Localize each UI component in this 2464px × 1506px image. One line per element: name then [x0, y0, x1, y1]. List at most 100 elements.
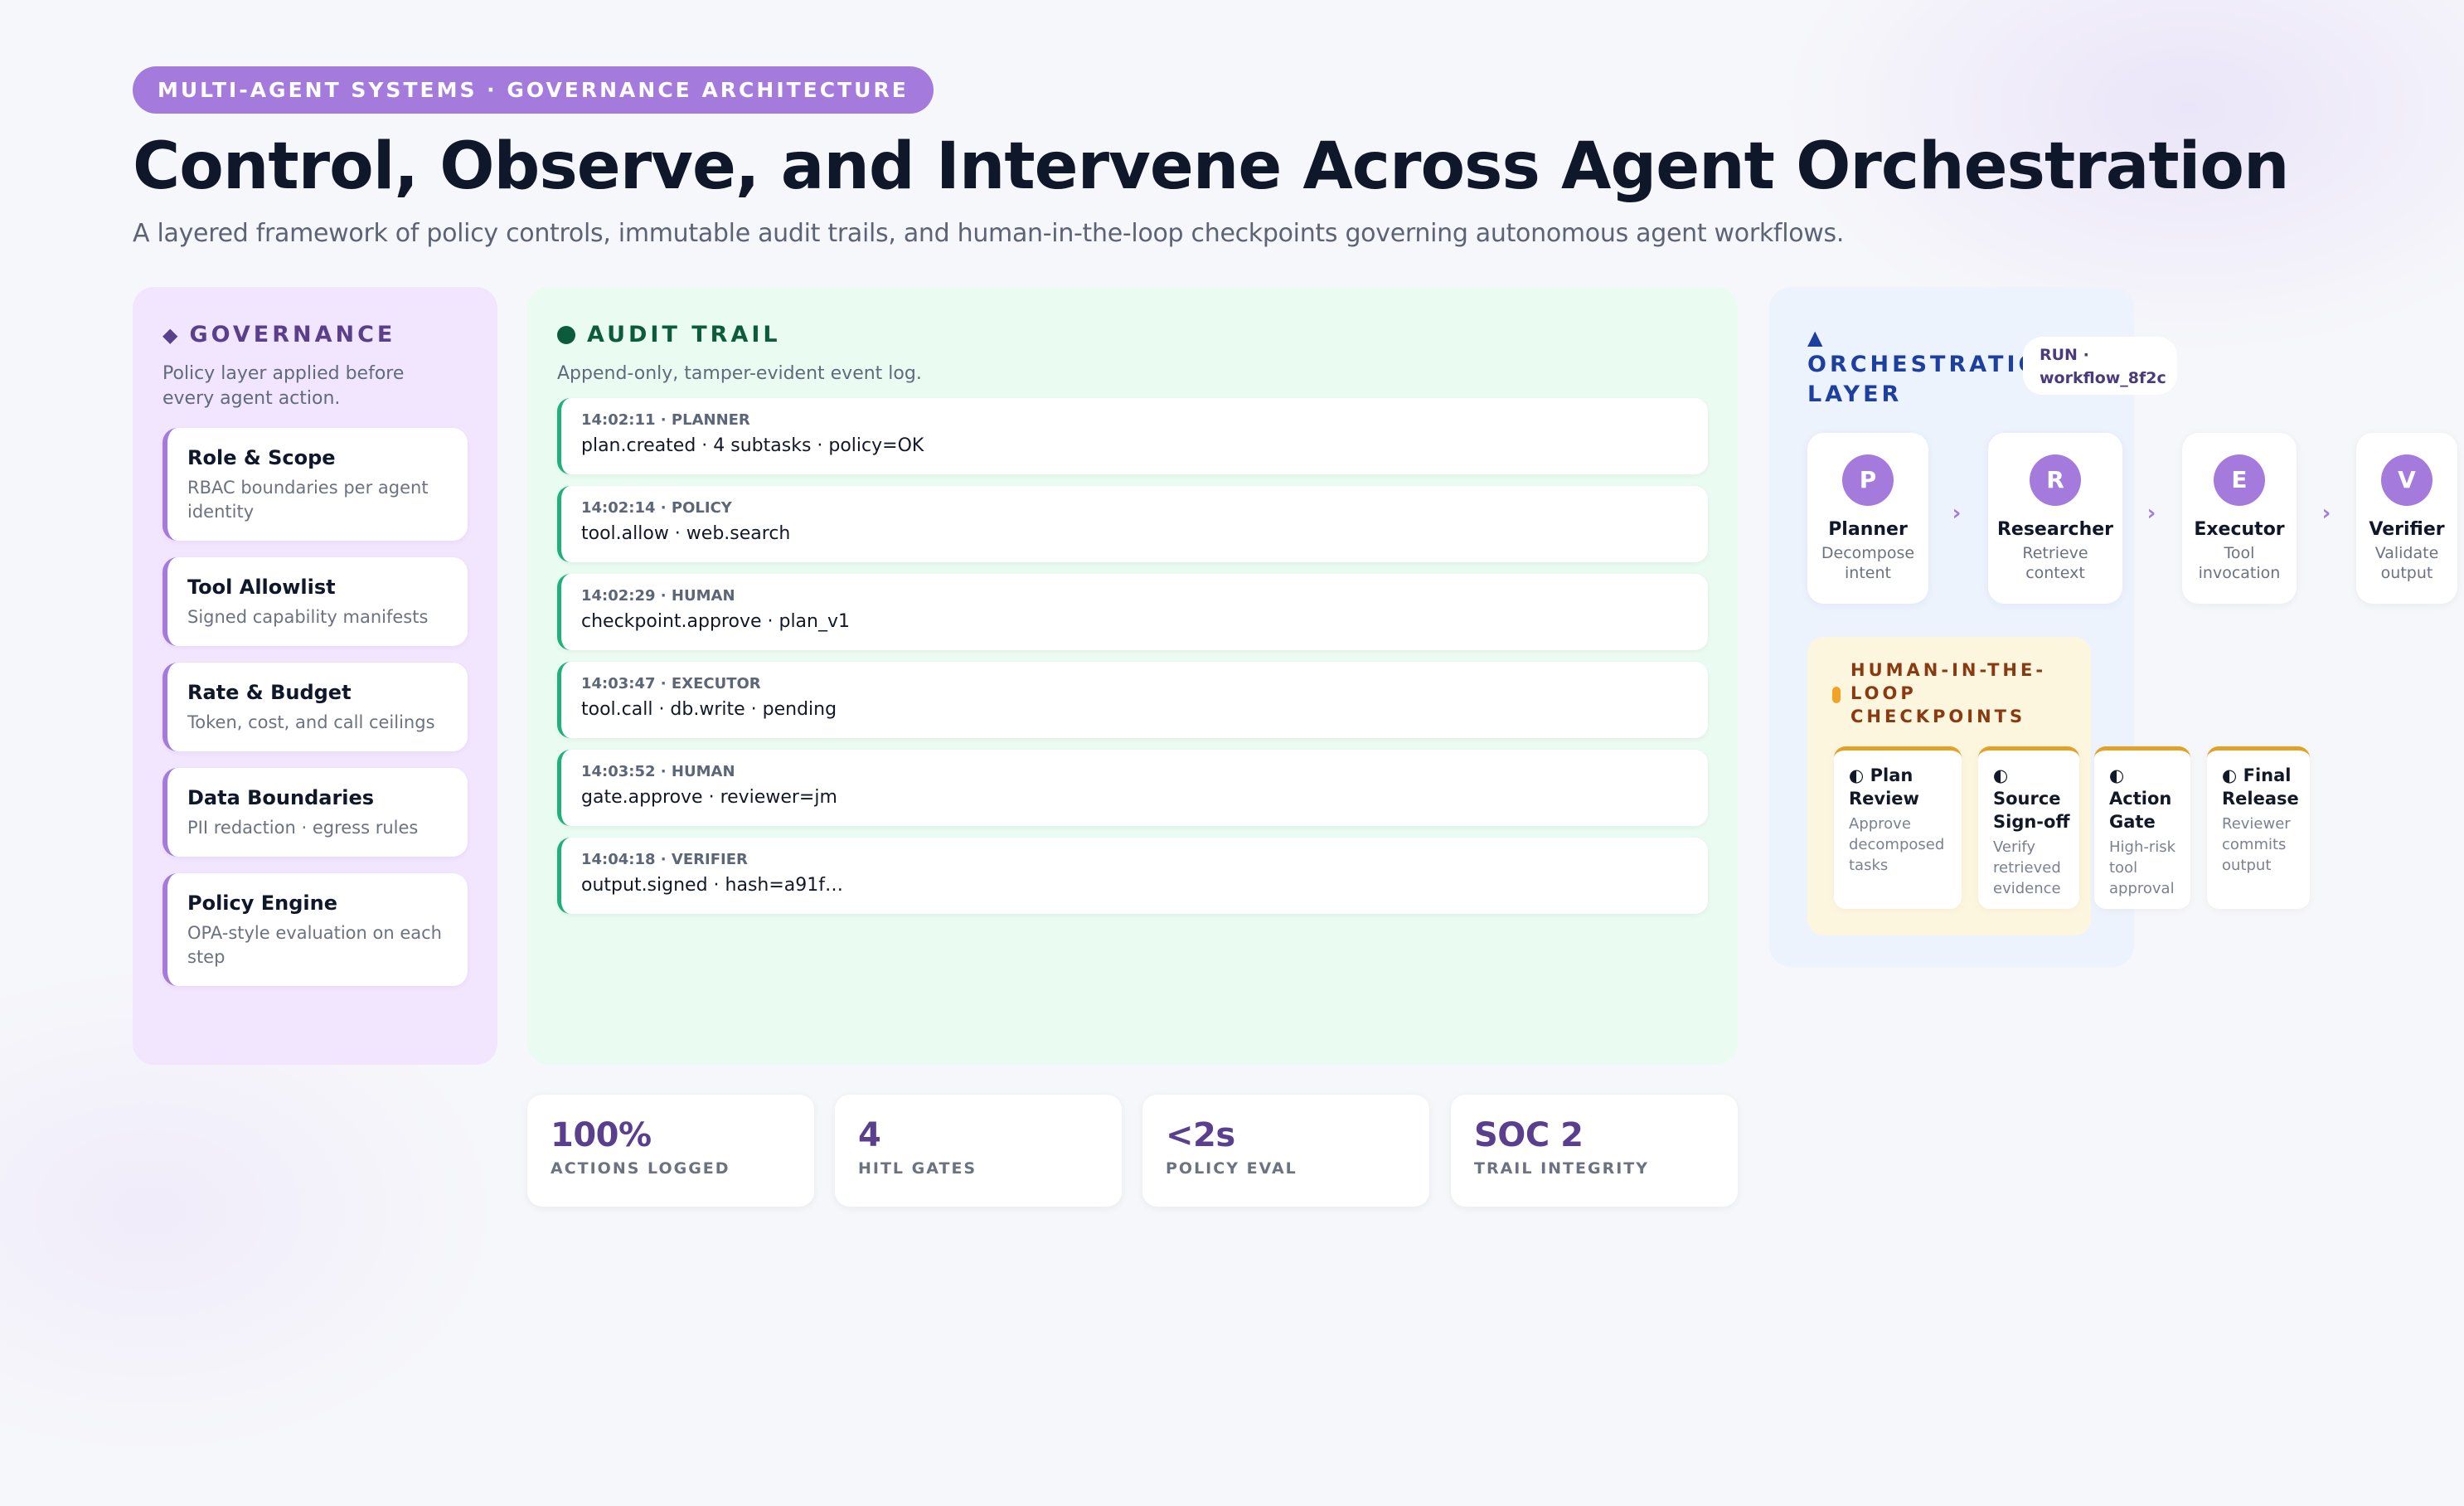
metric-value: SOC 2 [1474, 1116, 1584, 1154]
log-entry-event: tool.allow · web.search [581, 523, 791, 544]
log-entry[interactable]: 14:03:47 · EXECUTOR tool.call · db.write… [557, 662, 1708, 738]
governance-card-role-scope[interactable]: Role & Scope RBAC boundaries per agent i… [162, 428, 468, 541]
agent-role-line2: invocation [2198, 564, 2281, 582]
agent-name: Planner [1828, 519, 1908, 540]
agent-avatar: V [2381, 454, 2432, 506]
hitl-checkpoint-label: Action Gate [2109, 789, 2172, 832]
log-entry[interactable]: 14:02:11 · PLANNER plan.created · 4 subt… [557, 398, 1708, 474]
orchestration-title-line2: LAYER [1807, 381, 1903, 407]
half-circle-icon: ◐ [2109, 765, 2125, 785]
metric-trail-integrity: SOC 2 TRAIL INTEGRITY [1451, 1095, 1738, 1207]
log-entry-meta: 14:03:47 · EXECUTOR [581, 675, 761, 692]
log-entry[interactable]: 14:02:29 · HUMAN checkpoint.approve · pl… [557, 574, 1708, 650]
chevron-right-icon: › [1952, 501, 1962, 526]
hitl-checkpoint-description: High-risk tool approval [2109, 838, 2176, 897]
metric-hitl-gates: 4 HITL GATES [835, 1095, 1122, 1207]
hitl-title: HUMAN-IN-THE-LOOP CHECKPOINTS [1850, 660, 2047, 726]
run-badge[interactable]: RUN · workflow_8f2c [2023, 337, 2177, 395]
hitl-checkpoint-action-gate[interactable]: ◐ Action Gate High-risk tool approval [2094, 746, 2190, 909]
hitl-checkpoint-title: ◐ Source Sign-off [1993, 764, 2073, 833]
metric-label: ACTIONS LOGGED [551, 1159, 730, 1178]
metric-label: TRAIL INTEGRITY [1474, 1159, 1650, 1178]
log-entry[interactable]: 14:03:52 · HUMAN gate.approve · reviewer… [557, 750, 1708, 826]
governance-card-description: PII redaction · egress rules [187, 818, 419, 838]
agent-card-researcher[interactable]: R Researcher Retrieve context [1988, 433, 2122, 604]
eyebrow-badge: MULTI-AGENT SYSTEMS · GOVERNANCE ARCHITE… [133, 66, 934, 114]
hitl-checkpoint-description: Verify retrieved evidence [1993, 838, 2061, 897]
governance-card-tool-allowlist[interactable]: Tool Allowlist Signed capability manifes… [162, 557, 468, 646]
metric-label: POLICY EVAL [1166, 1159, 1297, 1178]
half-circle-icon: ◐ [1849, 765, 1865, 785]
agent-name: Researcher [1996, 519, 2114, 540]
run-label: RUN · [2040, 346, 2089, 364]
log-entry[interactable]: 14:02:14 · POLICY tool.allow · web.searc… [557, 486, 1708, 562]
agent-role-line1: Decompose [1821, 544, 1915, 562]
log-entry-meta: 14:03:52 · HUMAN [581, 763, 735, 780]
hitl-checkpoint-source-signoff[interactable]: ◐ Source Sign-off Verify retrieved evide… [1978, 746, 2079, 909]
log-entry-event: checkpoint.approve · plan_v1 [581, 611, 850, 632]
hitl-checkpoint-label: Source Sign-off [1993, 789, 2070, 832]
agent-card-planner[interactable]: P Planner Decompose intent [1807, 433, 1928, 604]
agent-name: Executor [2194, 519, 2285, 540]
agent-role-line1: Validate [2374, 544, 2439, 562]
status-dot-icon [1832, 687, 1841, 703]
run-id: workflow_8f2c [2040, 369, 2166, 387]
metric-actions-logged: 100% ACTIONS LOGGED [527, 1095, 814, 1207]
agent-role-line2: output [2380, 564, 2433, 582]
metric-value: 100% [551, 1116, 652, 1154]
log-entry-event: tool.call · db.write · pending [581, 699, 837, 720]
governance-card-title: Rate & Budget [187, 681, 352, 704]
agent-card-verifier[interactable]: V Verifier Validate output [2356, 433, 2457, 604]
chevron-right-icon: › [2321, 501, 2331, 526]
half-circle-icon: ◐ [2222, 765, 2238, 785]
governance-card-description: RBAC boundaries per agent identity [187, 478, 429, 522]
log-entry[interactable]: 14:04:18 · VERIFIER output.signed · hash… [557, 838, 1708, 914]
hitl-checkpoint-final-release[interactable]: ◐ Final Release Reviewer commits output [2207, 746, 2310, 909]
agent-avatar: R [2030, 454, 2081, 506]
log-entry-meta: 14:04:18 · VERIFIER [581, 851, 748, 868]
half-circle-icon: ◐ [1993, 765, 2009, 785]
audit-description: Append-only, tamper-evident event log. [557, 363, 922, 384]
log-entry-event: gate.approve · reviewer=jm [581, 787, 837, 808]
hitl-checkpoint-title: ◐ Plan Review [1849, 764, 1955, 810]
dot-icon [557, 326, 575, 344]
agent-role-line2: context [2025, 564, 2085, 582]
governance-card-description: OPA-style evaluation on each step [187, 923, 442, 967]
hitl-checkpoint-description: Approve decomposed tasks [1849, 815, 1945, 874]
log-entry-event: plan.created · 4 subtasks · policy=OK [581, 435, 924, 456]
governance-card-title: Policy Engine [187, 891, 338, 915]
agent-name: Verifier [2369, 519, 2445, 540]
audit-title: AUDIT TRAIL [587, 322, 781, 347]
metric-value: <2s [1166, 1116, 1235, 1154]
hitl-checkpoint-description: Reviewer commits output [2222, 815, 2291, 874]
page-title: Control, Observe, and Intervene Across A… [133, 129, 2290, 204]
governance-card-description: Token, cost, and call ceilings [187, 712, 435, 732]
audit-heading: AUDIT TRAIL [557, 320, 1708, 350]
audit-trail-panel: AUDIT TRAIL Append-only, tamper-evident … [527, 287, 1738, 1065]
hitl-checkpoint-title: ◐ Action Gate [2109, 764, 2184, 833]
governance-card-description: Signed capability manifests [187, 607, 429, 627]
agent-avatar: P [1842, 454, 1894, 506]
diamond-icon: ◆ [162, 323, 178, 347]
governance-title: GOVERNANCE [189, 322, 396, 347]
log-entry-meta: 14:02:11 · PLANNER [581, 411, 750, 429]
hitl-checkpoint-plan-review[interactable]: ◐ Plan Review Approve decomposed tasks [1834, 746, 1962, 909]
chevron-right-icon: › [2146, 501, 2156, 526]
agent-role-line2: intent [1845, 564, 1891, 582]
governance-card-title: Role & Scope [187, 446, 336, 469]
governance-card-rate-budget[interactable]: Rate & Budget Token, cost, and call ceil… [162, 663, 468, 751]
triangle-icon: ▲ [1807, 326, 1823, 349]
agent-role-line1: Tool [2224, 544, 2255, 562]
governance-heading: ◆ GOVERNANCE [162, 320, 468, 350]
log-entry-event: output.signed · hash=a91f… [581, 875, 844, 896]
governance-card-title: Data Boundaries [187, 786, 375, 809]
governance-card-data-boundaries[interactable]: Data Boundaries PII redaction · egress r… [162, 768, 468, 857]
governance-description: Policy layer applied before every agent … [162, 363, 405, 409]
agent-card-executor[interactable]: E Executor Tool invocation [2182, 433, 2297, 604]
metric-value: 4 [858, 1116, 881, 1154]
metric-label: HITL GATES [858, 1159, 977, 1178]
governance-card-title: Tool Allowlist [187, 576, 336, 599]
log-entry-meta: 14:02:29 · HUMAN [581, 587, 735, 605]
governance-card-policy-engine[interactable]: Policy Engine OPA-style evaluation on ea… [162, 873, 468, 986]
governance-panel: ◆ GOVERNANCE Policy layer applied before… [133, 287, 497, 1065]
